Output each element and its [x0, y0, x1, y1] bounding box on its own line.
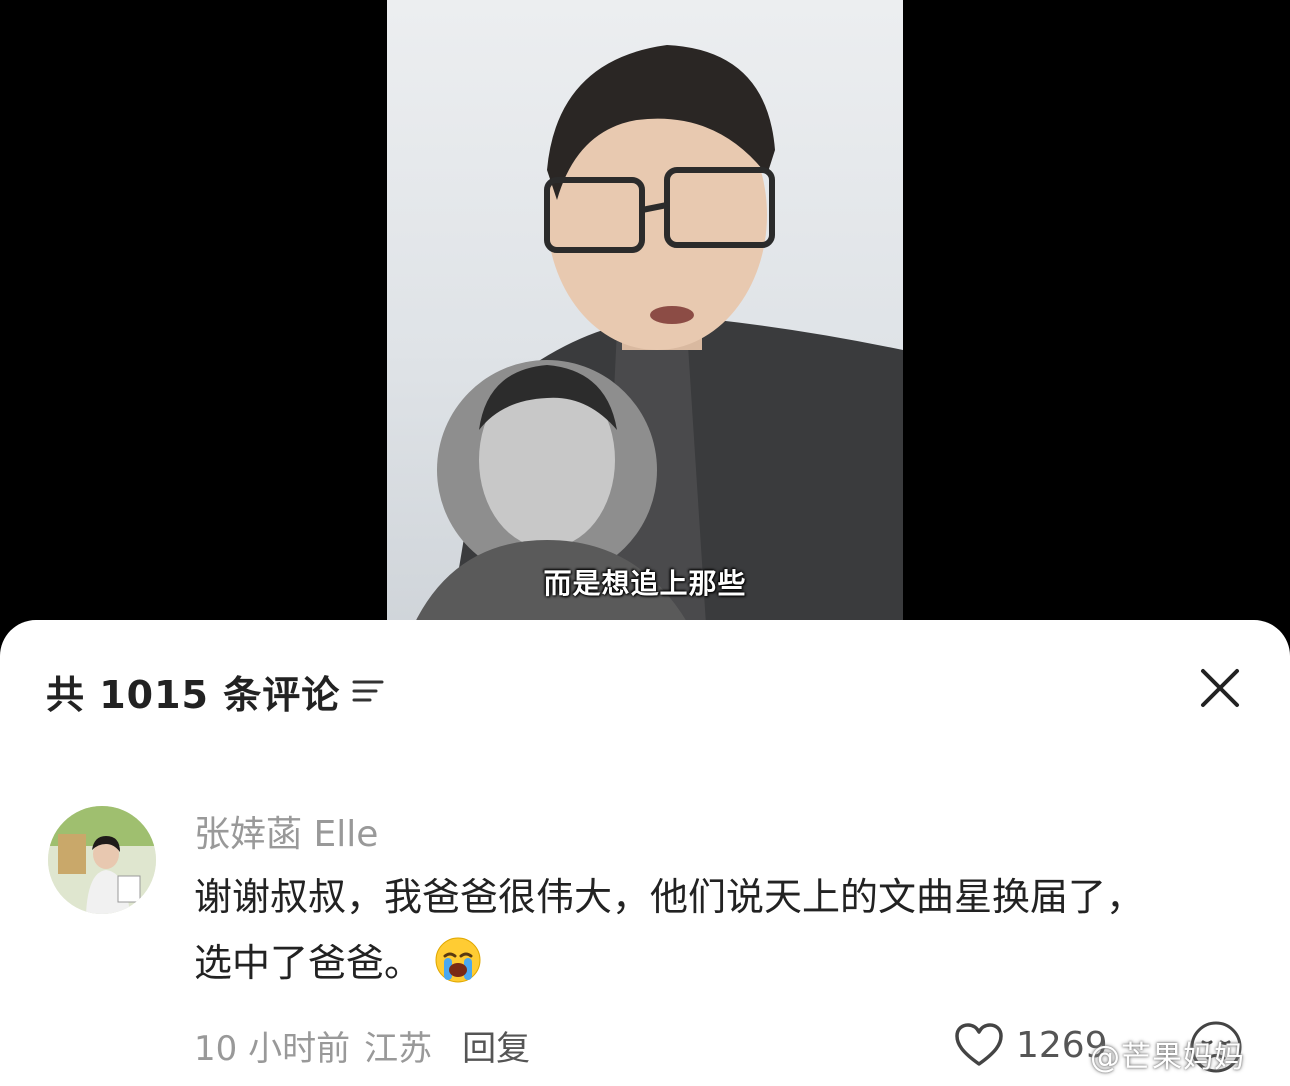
video-frame[interactable]: 而是想追上那些 [387, 0, 903, 640]
heart-outline-icon [955, 1023, 1003, 1066]
comment-text-tail: 选中了爸爸。 [194, 941, 423, 985]
avatar[interactable] [48, 806, 156, 914]
comment-text-line: 选中了爸爸。 [194, 930, 1254, 996]
watermark: @芒果妈妈 [1090, 1040, 1245, 1075]
close-button[interactable] [1196, 664, 1244, 712]
comment-body: 张婞菡 Elle 谢谢叔叔，我爸爸很伟大，他们说天上的文曲星换届了， 选中了爸爸… [194, 806, 1254, 996]
comment-text-line: 谢谢叔叔，我爸爸很伟大，他们说天上的文曲星换届了， [194, 875, 1145, 919]
filter-icon[interactable] [352, 676, 386, 706]
comment-username[interactable]: 张婞菡 Elle [194, 812, 1254, 858]
comments-sheet: 共 1015 条评论 张婞菡 Elle 谢谢叔叔，我爸爸很伟大，他们说天上的文曲… [0, 620, 1290, 1086]
comments-header: 共 1015 条评论 [46, 666, 386, 717]
comment-location: 江苏 [364, 1028, 433, 1069]
close-icon [1201, 669, 1239, 707]
reply-button[interactable]: 回复 [462, 1021, 530, 1070]
comment-time: 10 小时前 [194, 1028, 351, 1069]
video-player[interactable]: 而是想追上那些 [0, 0, 1290, 640]
loudly-crying-face-icon [434, 936, 482, 984]
comment-count-title: 共 1015 条评论 [46, 672, 341, 717]
comment-text: 谢谢叔叔，我爸爸很伟大，他们说天上的文曲星换届了， 选中了爸爸。 [194, 864, 1254, 996]
video-subtitle: 而是想追上那些 [543, 567, 747, 600]
like-button[interactable]: 1269 [954, 1020, 1108, 1070]
video-still [407, 45, 903, 640]
